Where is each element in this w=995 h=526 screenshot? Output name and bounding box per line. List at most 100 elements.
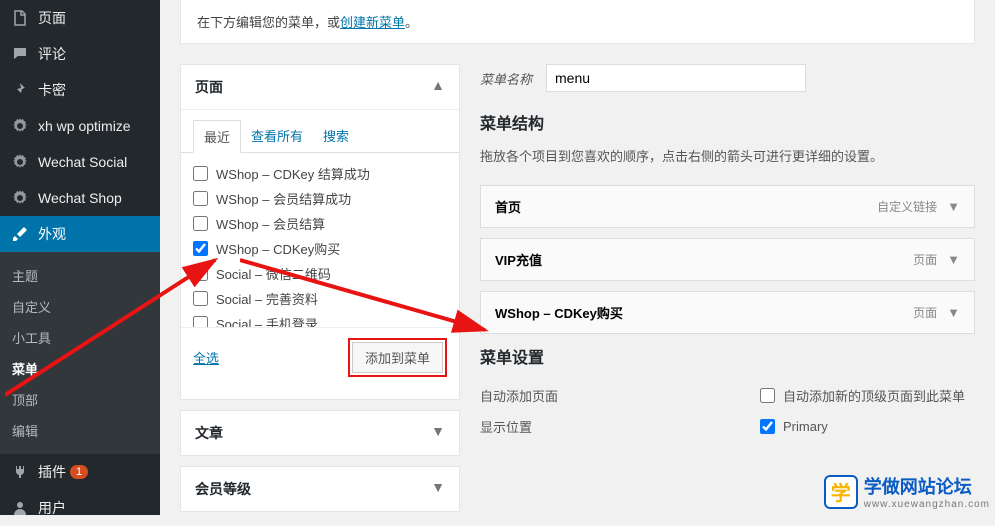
tab-0[interactable]: 最近 bbox=[193, 120, 241, 153]
page-checkbox[interactable] bbox=[193, 316, 208, 328]
sidebar-item[interactable]: 卡密 bbox=[0, 72, 160, 108]
sidebar-submenu: 主题自定义小工具菜单顶部编辑 bbox=[0, 252, 160, 454]
update-badge: 1 bbox=[70, 465, 88, 479]
sidebar-item[interactable]: 插件 1 bbox=[0, 454, 160, 490]
chat-icon bbox=[10, 44, 30, 64]
sidebar-item[interactable]: Wechat Social bbox=[0, 144, 160, 180]
watermark: 学 学做网站论坛 www.xuewangzhan.com bbox=[824, 473, 990, 510]
auto-add-label: 自动添加页面 bbox=[480, 386, 760, 405]
sidebar-label: 插件 bbox=[38, 462, 66, 482]
chevron-down-icon: ▼ bbox=[947, 305, 960, 320]
sidebar-sub-item[interactable]: 主题 bbox=[0, 260, 160, 291]
sidebar-label: 评论 bbox=[38, 44, 66, 64]
page-checkbox-item[interactable]: Social – 完善资料 bbox=[193, 286, 447, 311]
articles-accordion-head[interactable]: 文章 ▼ bbox=[181, 411, 459, 455]
watermark-logo: 学 bbox=[824, 475, 858, 509]
page-checkbox-item[interactable]: WShop – 会员结算成功 bbox=[193, 186, 447, 211]
main-content: 在下方编辑您的菜单，或创建新菜单。 页面 ▲ 最近查看所有搜索 WShop – … bbox=[160, 0, 995, 522]
position-label: 显示位置 bbox=[480, 417, 760, 436]
page-label: WShop – CDKey购买 bbox=[216, 239, 340, 258]
sidebar-label: xh wp optimize bbox=[38, 118, 131, 134]
page-label: Social – 手机登录 bbox=[216, 314, 318, 328]
primary-text: Primary bbox=[783, 419, 828, 434]
menu-name-input[interactable] bbox=[546, 64, 806, 92]
sidebar-item[interactable]: 页面 bbox=[0, 0, 160, 36]
page-checkbox-item[interactable]: Social – 手机登录 bbox=[193, 311, 447, 328]
menu-item-title: VIP充值 bbox=[495, 250, 542, 269]
user-icon bbox=[10, 498, 30, 518]
notice-text: 在下方编辑您的菜单，或 bbox=[197, 15, 340, 30]
highlight-box: 添加到菜单 bbox=[348, 338, 447, 377]
sidebar-sub-item[interactable]: 顶部 bbox=[0, 384, 160, 415]
page-checklist[interactable]: WShop – CDKey 结算成功 WShop – 会员结算成功 WShop – … bbox=[181, 153, 459, 328]
sidebar-sub-item[interactable]: 小工具 bbox=[0, 322, 160, 353]
page-checkbox-item[interactable]: Social – 微信二维码 bbox=[193, 261, 447, 286]
sidebar-sub-item[interactable]: 编辑 bbox=[0, 415, 160, 446]
menu-structure-item[interactable]: 首页自定义链接▼ bbox=[480, 185, 975, 228]
sidebar-label: 卡密 bbox=[38, 80, 66, 100]
page-checkbox-item[interactable]: WShop – CDKey 结算成功 bbox=[193, 161, 447, 186]
sidebar-item[interactable]: xh wp optimize bbox=[0, 108, 160, 144]
sidebar-label: Wechat Shop bbox=[38, 190, 122, 206]
pages-accordion: 页面 ▲ 最近查看所有搜索 WShop – CDKey 结算成功WShop – … bbox=[180, 64, 460, 400]
page-checkbox[interactable] bbox=[193, 266, 208, 281]
page-checkbox[interactable] bbox=[193, 241, 208, 256]
edit-notice: 在下方编辑您的菜单，或创建新菜单。 bbox=[180, 0, 975, 44]
page-checkbox[interactable] bbox=[193, 166, 208, 181]
structure-heading: 菜单结构 bbox=[480, 110, 975, 134]
auto-add-text: 自动添加新的顶级页面到此菜单 bbox=[783, 386, 965, 405]
left-column: 页面 ▲ 最近查看所有搜索 WShop – CDKey 结算成功WShop – … bbox=[180, 64, 460, 522]
menu-structure-item[interactable]: VIP充值 页面 ▼ bbox=[480, 238, 975, 281]
menu-item-type: 自定义链接 bbox=[877, 200, 937, 214]
page-label: WShop – 会员结算 bbox=[216, 214, 325, 233]
settings-heading: 菜单设置 bbox=[480, 344, 975, 368]
page-checkbox-item[interactable]: WShop – 会员结算 bbox=[193, 211, 447, 236]
watermark-url: www.xuewangzhan.com bbox=[864, 499, 990, 510]
page-checkbox[interactable] bbox=[193, 291, 208, 306]
create-menu-link[interactable]: 创建新菜单 bbox=[340, 15, 405, 30]
menu-name-label: 菜单名称 bbox=[480, 69, 532, 88]
sidebar-item-appearance[interactable]: 外观 bbox=[0, 216, 160, 252]
page-label: Social – 完善资料 bbox=[216, 289, 318, 308]
chevron-down-icon: ▼ bbox=[947, 252, 960, 267]
gear-icon bbox=[10, 188, 30, 208]
menu-structure-list: 首页自定义链接▼VIP充值页面▼WShop – CDKey购买页面▼ bbox=[480, 185, 975, 334]
plug-icon bbox=[10, 462, 30, 482]
sidebar-item[interactable]: 用户 bbox=[0, 490, 160, 526]
sidebar-item[interactable]: Wechat Shop bbox=[0, 180, 160, 216]
member-accordion-head[interactable]: 会员等级 ▼ bbox=[181, 467, 459, 511]
chevron-down-icon: ▼ bbox=[431, 423, 445, 443]
chevron-down-icon: ▼ bbox=[431, 479, 445, 499]
sidebar-sub-item[interactable]: 自定义 bbox=[0, 291, 160, 322]
accordion-title: 文章 bbox=[195, 423, 223, 443]
tab-2[interactable]: 搜索 bbox=[313, 120, 359, 152]
page-checkbox[interactable] bbox=[193, 191, 208, 206]
page-checkbox-item[interactable]: WShop – CDKey购买 bbox=[193, 236, 447, 261]
pages-accordion-head[interactable]: 页面 ▲ bbox=[181, 65, 459, 110]
gear-icon bbox=[10, 152, 30, 172]
sidebar-sub-item[interactable]: 菜单 bbox=[0, 353, 160, 384]
menu-item-title: WShop – CDKey购买 bbox=[495, 303, 623, 322]
structure-desc: 拖放各个项目到您喜欢的顺序，点击右侧的箭头可进行更详细的设置。 bbox=[480, 146, 975, 165]
select-all-link[interactable]: 全选 bbox=[193, 348, 219, 367]
page-label: WShop – CDKey 结算成功 bbox=[216, 164, 370, 183]
sidebar-item[interactable]: 评论 bbox=[0, 36, 160, 72]
menu-item-type: 页面 bbox=[913, 253, 937, 267]
menu-structure-item[interactable]: WShop – CDKey购买页面▼ bbox=[480, 291, 975, 334]
primary-checkbox[interactable] bbox=[760, 419, 775, 434]
accordion-title: 页面 bbox=[195, 77, 223, 97]
articles-accordion: 文章 ▼ bbox=[180, 410, 460, 456]
tab-1[interactable]: 查看所有 bbox=[241, 120, 313, 152]
watermark-brand: 学做网站论坛 bbox=[864, 473, 990, 499]
sidebar-label: 外观 bbox=[38, 224, 66, 244]
page-label: Social – 微信二维码 bbox=[216, 264, 331, 283]
menu-item-title: 首页 bbox=[495, 197, 521, 216]
sidebar-label: Wechat Social bbox=[38, 154, 127, 170]
sidebar-label: 用户 bbox=[38, 498, 66, 518]
auto-add-checkbox[interactable] bbox=[760, 388, 775, 403]
gear-icon bbox=[10, 116, 30, 136]
file-icon bbox=[10, 8, 30, 28]
page-checkbox[interactable] bbox=[193, 216, 208, 231]
admin-sidebar: 页面评论卡密 xh wp optimize Wechat Social Wechat … bbox=[0, 0, 160, 515]
add-to-menu-button[interactable]: 添加到菜单 bbox=[352, 342, 443, 373]
